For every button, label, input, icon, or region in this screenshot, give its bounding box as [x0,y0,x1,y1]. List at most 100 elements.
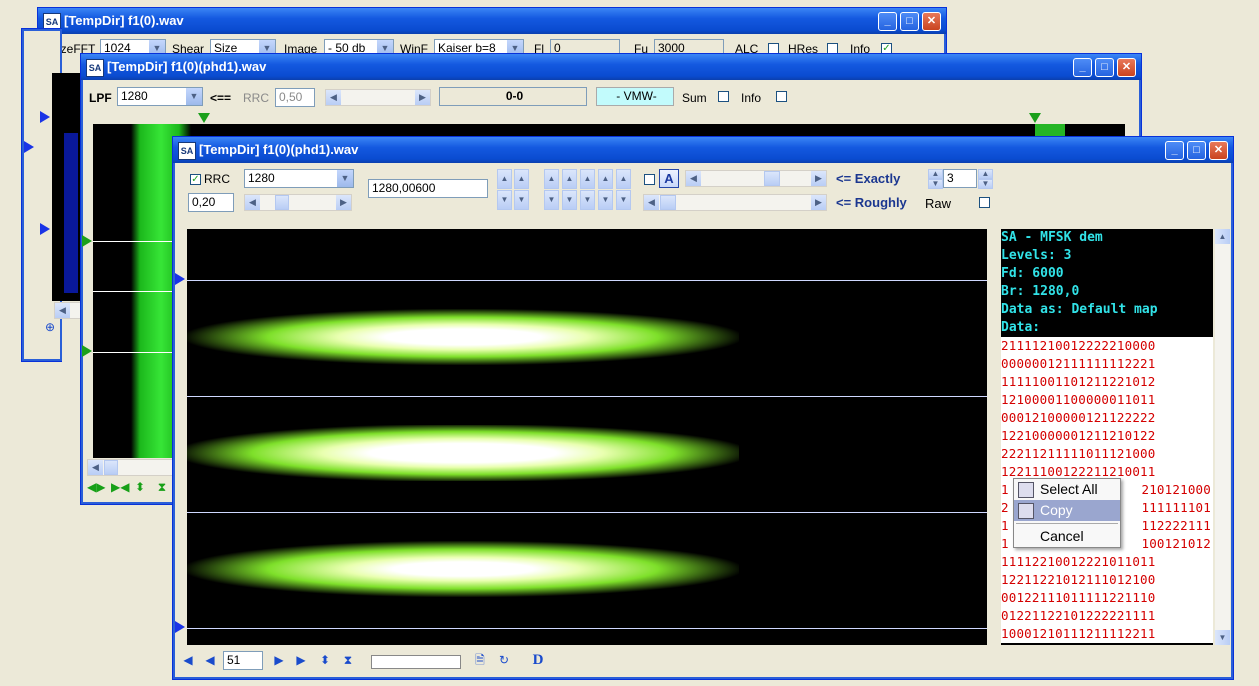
last-page-icon[interactable]: ▶ [294,653,308,667]
mfsk-demod-window[interactable]: SA [TempDir] f1(0)(phd1).wav _ □ ✕ ✓ RRC… [172,136,1234,680]
minimize-button[interactable]: _ [1165,141,1184,160]
hourglass-icon[interactable]: ⧗ [341,653,355,667]
symbol-band-level-2 [187,309,739,365]
data-line: 01221122101222221111 [1001,607,1213,625]
nav-updown-icon[interactable]: ⬍ [133,480,147,494]
rough-slider[interactable]: ◀ ▶ [643,194,827,211]
title-bar[interactable]: SA [TempDir] f1(0)(phd1).wav _ □ ✕ [81,54,1141,80]
data-line: 22211211111011121000 [1001,445,1213,463]
copy-menu-item[interactable]: Copy [1014,500,1120,521]
first-page-icon[interactable]: ◀ [181,653,195,667]
vmw-button[interactable]: - VMW- [596,87,674,106]
spectrum-hscroll[interactable]: ◀ [54,302,82,319]
data-line: 00000012111111112221 [1001,355,1213,373]
context-menu[interactable]: Select All Copy Cancel [1013,478,1121,548]
window-title: [TempDir] f1(0)(phd1).wav [107,59,267,74]
rrc-select[interactable]: 1280 ▼ [244,169,354,188]
maximize-button[interactable]: □ [1095,58,1114,77]
rrc-label: RRC [243,91,269,105]
digit-spinner[interactable]: ▲ ▼ [562,169,577,211]
marker-icon [175,621,185,633]
waveform-hscroll[interactable]: ◀ [87,459,177,476]
raw-checkbox[interactable] [979,197,990,208]
page-input[interactable]: 51 [223,651,263,670]
range-display: 0-0 [439,87,587,106]
constellation-plot[interactable] [187,229,987,645]
digit-spinner[interactable]: ▲ ▼ [598,169,613,211]
header-line: Levels: 3 [1001,248,1072,263]
app-logo-icon: SA [86,59,104,77]
select-all-menu-item[interactable]: Select All [1014,479,1120,500]
window-title: [TempDir] f1(0)(phd1).wav [199,142,359,157]
a-button[interactable]: A [659,169,679,188]
app-logo-icon: SA [178,142,196,160]
demod-text-output[interactable]: SA - MFSK dem Levels: 3 Fd: 6000 Br: 1280,0… [1001,229,1213,645]
data-line: 21111210012222210000 [1001,337,1213,355]
rate-spinner[interactable]: ▲ ▼ [497,169,512,211]
levels-spinner-right[interactable]: ▲ ▼ [978,169,993,189]
rrc-label: RRC [204,172,230,186]
minimize-button[interactable]: _ [878,12,897,31]
info-label: Info [741,91,762,105]
save-icon[interactable]: 🗎 [473,653,487,667]
sum-checkbox[interactable] [718,91,729,102]
data-line: 10001210111211112211 [1001,625,1213,643]
level-divider [187,396,987,397]
raw-label: Raw [925,196,952,211]
rrc-input[interactable]: 0,50 [275,88,315,107]
marker-icon [40,111,50,123]
header-line: Fd: 6000 [1001,266,1064,281]
text-vscroll[interactable]: ▲ ▼ [1215,229,1230,645]
maximize-button[interactable]: □ [1187,141,1206,160]
close-button[interactable]: ✕ [1117,58,1136,77]
zoom-icon[interactable]: ⊕ [43,320,57,334]
data-line: 12211221012111012100 [1001,571,1213,589]
close-button[interactable]: ✕ [1209,141,1228,160]
minimize-button[interactable]: _ [1073,58,1092,77]
rate-spinner[interactable]: ▲ ▼ [514,169,529,211]
sum-label: Sum [682,91,707,105]
levels-spinner-left[interactable]: ▲ ▼ [928,169,943,189]
nav-left-icon[interactable]: ◀▶ [87,480,105,494]
header-line: SA - MFSK dem [1001,230,1103,245]
exact-slider[interactable]: ◀ ▶ [685,170,827,187]
info-checkbox[interactable] [776,91,787,102]
cancel-menu-item[interactable]: Cancel [1014,526,1120,547]
levels-input[interactable]: 3 [943,169,977,188]
auto-checkbox[interactable] [644,174,655,185]
header-line: Data as: Default map [1001,302,1158,317]
data-line-tail: 111111101 [1141,500,1211,515]
title-bar[interactable]: SA [TempDir] f1(0)(phd1).wav _ □ ✕ [173,137,1233,163]
rolloff-slider[interactable]: ◀ ▶ [244,194,352,211]
close-button[interactable]: ✕ [922,12,941,31]
chevron-down-icon: ▼ [186,88,202,105]
data-line-tail: 100121012 [1141,536,1211,551]
digit-spinner[interactable]: ▲ ▼ [616,169,631,211]
updown-icon[interactable]: ⬍ [318,653,332,667]
lpf-select[interactable]: 1280 ▼ [117,87,203,106]
rolloff-input[interactable]: 0,20 [188,193,234,212]
marker-icon [175,273,185,285]
exactly-label: <= Exactly [836,171,901,186]
nav-fit-icon[interactable]: ▶◀ [111,480,129,494]
rrc-checkbox[interactable]: ✓ [190,174,201,185]
title-bar[interactable]: SA [TempDir] f1(0).wav _ □ ✕ [38,8,946,34]
digit-spinner[interactable]: ▲ ▼ [544,169,559,211]
marker-icon [40,223,50,235]
chevron-down-icon: ▼ [337,170,353,187]
lpf-label: LPF [89,91,112,105]
prev-page-icon[interactable]: ◀ [203,653,217,667]
nav-zoom-icon[interactable]: ⧗ [155,480,169,494]
rate-input[interactable]: 1280,00600 [368,179,488,198]
data-line-tail: 210121000 [1141,482,1211,497]
maximize-button[interactable]: □ [900,12,919,31]
d-button[interactable]: D [531,653,545,668]
marker-icon [1029,113,1041,123]
refresh-icon[interactable]: ↻ [497,653,511,667]
next-page-icon[interactable]: ▶ [272,653,286,667]
data-line-tail: 112222111 [1141,518,1211,533]
data-line: 00012100000121122222 [1001,409,1213,427]
rrc-slider[interactable]: ◀ ▶ [325,89,431,106]
digit-spinner[interactable]: ▲ ▼ [580,169,595,211]
data-line: 00122111011111221110 [1001,589,1213,607]
